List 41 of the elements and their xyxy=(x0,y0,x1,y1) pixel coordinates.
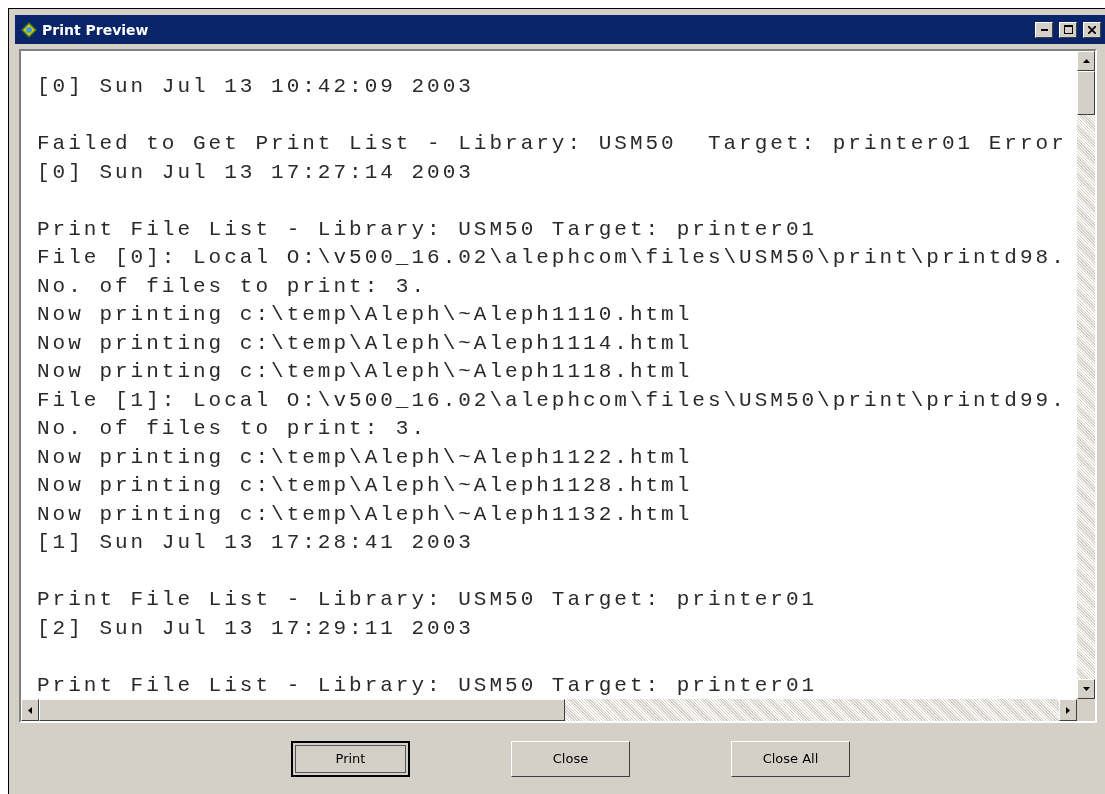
close-button[interactable] xyxy=(1083,21,1101,38)
scroll-right-button[interactable] xyxy=(1059,699,1077,721)
log-line: File [1]: Local O:\v500_16.02\alephcom\files\USM50\print\printd99. xyxy=(37,387,1067,414)
horizontal-scrollbar[interactable] xyxy=(21,699,1077,721)
minimize-button[interactable] xyxy=(1035,21,1053,38)
dialog-button[interactable]: Close xyxy=(511,740,630,777)
log-line: [1] Sun Jul 13 17:28:41 2003 xyxy=(37,530,474,556)
log-line: Print File List - Library: USM50 Target: printer01 xyxy=(37,216,818,243)
scroll-thumb[interactable] xyxy=(39,699,565,721)
scroll-thumb[interactable] xyxy=(1077,71,1095,115)
scroll-left-button[interactable] xyxy=(21,699,39,721)
dialog-button[interactable]: Print xyxy=(291,740,410,777)
arrow-icon xyxy=(1064,705,1072,715)
log-line: Now printing c:\temp\Aleph\~Aleph1110.html xyxy=(37,302,693,328)
log-line: [0] Sun Jul 13 17:27:14 2003 xyxy=(37,159,474,186)
scroll-up-button[interactable] xyxy=(1077,51,1095,71)
log-line: [0] Sun Jul 13 10:42:09 2003 xyxy=(37,74,474,100)
log-line: [2] Sun Jul 13 17:29:11 2003 xyxy=(37,615,474,642)
app-icon xyxy=(21,21,37,38)
log-line: Failed to Get Print List - Library: USM50 Target: printer01 Error xyxy=(37,131,1067,157)
dialog-button[interactable]: Close All xyxy=(731,740,850,777)
maximize-icon xyxy=(1063,25,1073,34)
log-line: No. of files to print: 3. xyxy=(37,273,428,300)
vertical-scrollbar[interactable] xyxy=(1077,51,1095,699)
arrow-icon xyxy=(26,705,34,715)
log-line: Now printing c:\temp\Aleph\~Aleph1132.html xyxy=(37,501,693,528)
log-line: No. of files to print: 3. xyxy=(37,416,428,442)
log-line: Print File List - Library: USM50 Target: printer01 xyxy=(37,672,818,699)
log-line: Now printing c:\temp\Aleph\~Aleph1128.html xyxy=(37,473,693,499)
arrow-icon xyxy=(1081,685,1091,693)
close-icon xyxy=(1088,25,1096,34)
log-line: Print File List - Library: USM50 Target: printer01 xyxy=(37,587,818,613)
log-line: File [0]: Local O:\v500_16.02\alephcom\files\USM50\print\printd98. xyxy=(37,245,1067,271)
maximize-button[interactable] xyxy=(1059,21,1077,38)
log-line: Now printing c:\temp\Aleph\~Aleph1122.html xyxy=(37,444,693,471)
log-line: Now printing c:\temp\Aleph\~Aleph1118.html xyxy=(37,359,693,385)
arrow-icon xyxy=(1081,57,1091,65)
minimize-icon xyxy=(1040,28,1048,31)
scroll-down-button[interactable] xyxy=(1077,679,1095,699)
window-title: Print Preview xyxy=(42,21,150,38)
log-line: Now printing c:\temp\Aleph\~Aleph1114.html xyxy=(37,330,693,357)
